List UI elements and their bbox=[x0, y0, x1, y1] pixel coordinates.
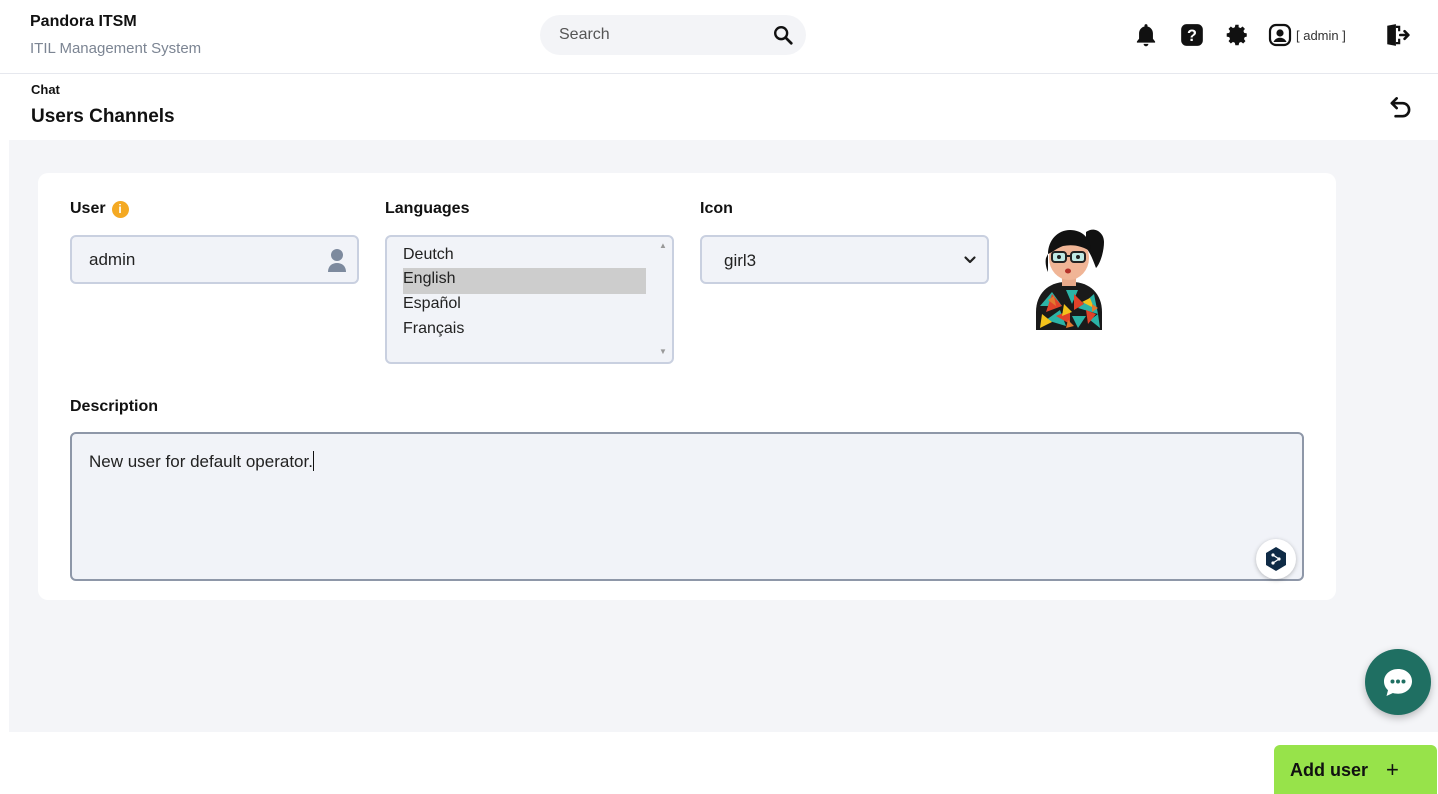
bell-icon[interactable] bbox=[1133, 22, 1159, 48]
scroll-down-arrow-icon[interactable]: ▼ bbox=[659, 347, 667, 356]
brand-title: Pandora ITSM bbox=[30, 13, 137, 30]
language-option[interactable]: Français bbox=[403, 320, 464, 338]
language-option-selected[interactable]: English bbox=[403, 270, 455, 288]
icon-select-value: girl3 bbox=[724, 251, 757, 270]
info-icon[interactable]: i bbox=[111, 201, 129, 218]
back-icon[interactable] bbox=[1388, 94, 1414, 120]
avatar-girl3-icon bbox=[1036, 229, 1104, 330]
translate-button[interactable] bbox=[1256, 539, 1296, 579]
chat-button[interactable] bbox=[1365, 649, 1431, 715]
username-label: [ admin ] bbox=[1296, 27, 1346, 43]
page-title: Users Channels bbox=[31, 106, 175, 127]
brand-subtitle: ITIL Management System bbox=[30, 40, 202, 57]
deepl-icon bbox=[1266, 547, 1286, 571]
search-input[interactable]: Search bbox=[559, 26, 610, 44]
gear-icon[interactable] bbox=[1224, 22, 1250, 48]
breadcrumb[interactable]: Chat bbox=[31, 82, 60, 97]
languages-label: Languages bbox=[385, 200, 470, 217]
plus-icon: + bbox=[1386, 757, 1399, 782]
description-textarea[interactable]: New user for default operator. bbox=[70, 432, 1304, 581]
listbox-scrollbar[interactable]: ▲ ▼ bbox=[656, 239, 670, 360]
top-bar: Pandora ITSM ITIL Management System Sear… bbox=[0, 0, 1438, 74]
user-menu[interactable]: [ admin ] bbox=[1268, 22, 1346, 48]
languages-listbox[interactable]: Deutch English Español Français ▲ ▼ bbox=[385, 235, 674, 364]
description-label: Description bbox=[70, 398, 159, 415]
add-user-button[interactable]: Add user + bbox=[1274, 745, 1437, 794]
icon-label: Icon bbox=[700, 200, 733, 217]
person-icon bbox=[328, 249, 346, 272]
user-value: admin bbox=[89, 250, 136, 269]
language-option[interactable]: Español bbox=[403, 295, 461, 313]
description-value: New user for default operator. bbox=[89, 451, 314, 471]
scroll-up-arrow-icon[interactable]: ▲ bbox=[659, 241, 667, 250]
user-icon bbox=[1268, 23, 1292, 47]
logout-icon[interactable] bbox=[1384, 22, 1410, 48]
search-icon[interactable] bbox=[772, 24, 794, 46]
text-caret bbox=[312, 451, 314, 471]
help-icon[interactable]: ? bbox=[1179, 22, 1205, 48]
chat-bubble-icon bbox=[1384, 669, 1412, 696]
svg-text:?: ? bbox=[1187, 27, 1197, 45]
icon-select[interactable]: girl3 bbox=[700, 235, 989, 284]
add-user-label: Add user bbox=[1290, 759, 1369, 780]
user-input[interactable]: admin bbox=[70, 235, 359, 284]
chevron-down-icon bbox=[964, 256, 976, 264]
user-label: User i bbox=[70, 200, 129, 218]
search-box[interactable]: Search bbox=[540, 15, 806, 55]
language-option[interactable]: Deutch bbox=[403, 246, 454, 264]
